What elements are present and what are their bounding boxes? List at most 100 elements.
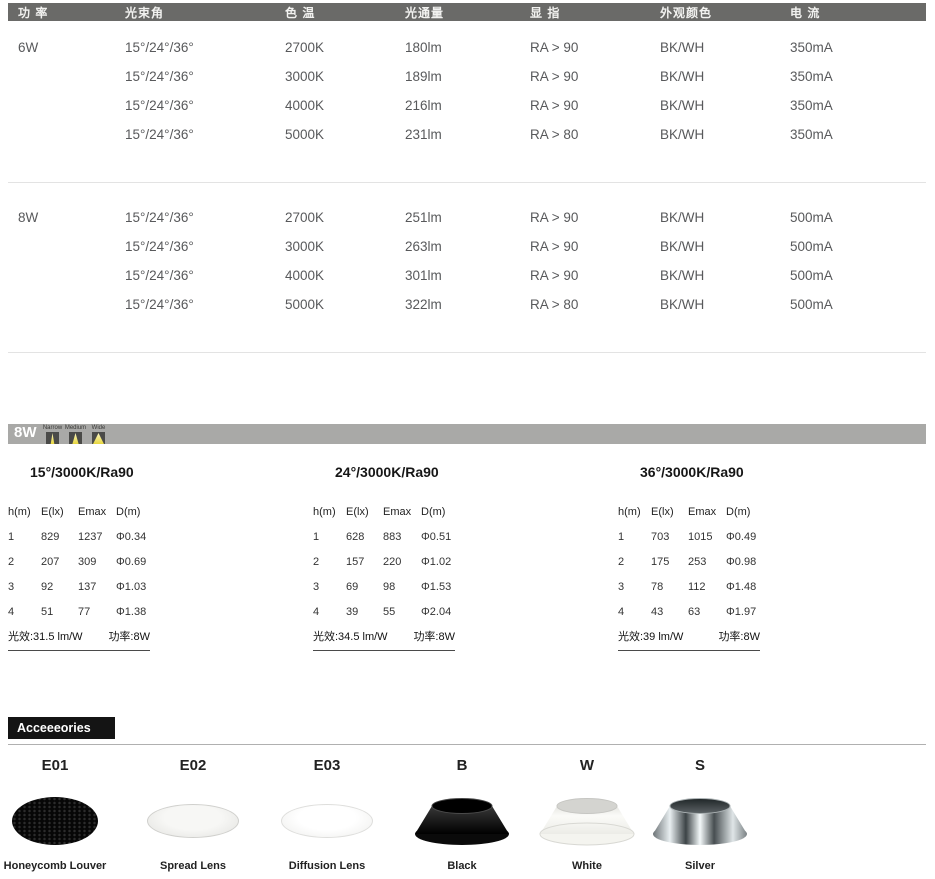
spec-cell-power	[18, 91, 125, 120]
photometric-cell: Φ0.34	[116, 525, 168, 550]
spec-cell-flux: 216lm	[405, 91, 530, 120]
photometric-header-cell: h(m)	[313, 500, 346, 525]
spec-cell-beam-angle: 15°/24°/36°	[125, 33, 285, 62]
spec-cell-housing-color: BK/WH	[660, 62, 790, 91]
spec-cell-current: 350mA	[790, 91, 927, 120]
photometric-cell: Φ1.03	[116, 575, 168, 600]
photometric-cell: 829	[41, 525, 78, 550]
divider	[8, 352, 926, 353]
spec-cell-cri: RA > 90	[530, 203, 660, 232]
beam-icon-glyph	[92, 432, 105, 444]
spec-cell-cct: 3000K	[285, 62, 405, 91]
beam-icon-medium: Medium	[68, 425, 84, 444]
accessory-item: E03Diffusion Lens	[262, 757, 392, 872]
beam-icon-label: Narrow	[43, 425, 62, 431]
photometric-row: 1628883Φ0.51	[313, 525, 473, 550]
spec-cell-cct: 2700K	[285, 33, 405, 62]
photometric-row: 44363Φ1.97	[618, 600, 778, 625]
spec-cell-power: 6W	[18, 33, 125, 62]
accessory-image	[262, 792, 392, 850]
spec-cell-flux: 263lm	[405, 232, 530, 261]
accessory-code: E03	[262, 757, 392, 777]
photometric-cell: 3	[313, 575, 346, 600]
accessory-name: Honeycomb Louver	[0, 860, 120, 872]
accessories-title: Acceeeories	[8, 717, 115, 739]
power-label: 功率:8W	[718, 628, 760, 644]
photometric-cell: 4	[8, 600, 41, 625]
accessory-image	[635, 792, 765, 850]
spec-cell-flux: 180lm	[405, 33, 530, 62]
spec-cell-cri: RA > 80	[530, 290, 660, 319]
spec-cell-current: 350mA	[790, 33, 927, 62]
spec-cell-housing-color: BK/WH	[660, 203, 790, 232]
spec-cell-cct: 2700K	[285, 203, 405, 232]
spec-header-cell: 光束角	[125, 4, 285, 21]
photometric-cell: 112	[688, 575, 726, 600]
beam-icon-glyph	[69, 432, 82, 444]
spec-table-header-bar: 功 率光束角色 温光通量显 指外观颜色电 流	[8, 3, 926, 21]
photometric-cell: 175	[651, 550, 688, 575]
spec-cell-housing-color: BK/WH	[660, 232, 790, 261]
efficacy-label: 光效:31.5 lm/W	[8, 628, 83, 644]
photometric-cell: 207	[41, 550, 78, 575]
spec-cell-cri: RA > 80	[530, 120, 660, 149]
photometric-table: 24°/3000K/Ra90 h(m)E(lx)EmaxD(m)1628883Φ0…	[313, 464, 473, 651]
spec-row: 15°/24°/36°4000K216lmRA > 90BK/WH350mA	[18, 91, 927, 120]
photometric-row: 17031015Φ0.49	[618, 525, 778, 550]
photometric-row: 378112Φ1.48	[618, 575, 778, 600]
power-label: 功率:8W	[108, 628, 150, 644]
honeycomb-image	[12, 797, 98, 845]
accessory-code: S	[635, 757, 765, 777]
photometric-row: 18291237Φ0.34	[8, 525, 168, 550]
spec-cell-current: 350mA	[790, 62, 927, 91]
spec-cell-power	[18, 120, 125, 149]
spec-row: 15°/24°/36°4000K301lmRA > 90BK/WH500mA	[18, 261, 927, 290]
photometric-header-cell: E(lx)	[41, 500, 78, 525]
photometric-cell: Φ1.38	[116, 600, 168, 625]
reflector-black-image	[412, 795, 512, 847]
accessory-item: SSilver	[635, 757, 765, 872]
spec-cell-beam-angle: 15°/24°/36°	[125, 62, 285, 91]
photometric-row: 392137Φ1.03	[8, 575, 168, 600]
accessories-list: E01Honeycomb LouverE02Spread LensE03Diff…	[0, 757, 935, 875]
spec-group: 8W15°/24°/36°2700K251lmRA > 90BK/WH500mA…	[18, 203, 927, 319]
photometric-cell: Φ0.98	[726, 550, 778, 575]
spec-cell-housing-color: BK/WH	[660, 33, 790, 62]
photometric-table-title: 24°/3000K/Ra90	[313, 464, 473, 480]
photometric-cell: Φ1.53	[421, 575, 473, 600]
beam-icon-narrow: Narrow	[45, 425, 61, 444]
spec-cell-beam-angle: 15°/24°/36°	[125, 203, 285, 232]
spec-cell-flux: 231lm	[405, 120, 530, 149]
photometric-section-bar: 8W NarrowMediumWide	[8, 424, 926, 444]
spec-cell-cri: RA > 90	[530, 62, 660, 91]
spec-cell-current: 500mA	[790, 290, 927, 319]
photometric-cell: 703	[651, 525, 688, 550]
photometric-tables: 15°/3000K/Ra90 h(m)E(lx)EmaxD(m) 18291237Φ…	[0, 464, 935, 654]
spec-cell-flux: 301lm	[405, 261, 530, 290]
spec-cell-power	[18, 290, 125, 319]
accessory-code: E02	[128, 757, 258, 777]
accessory-item: E02 Spread Lens	[128, 757, 258, 872]
spec-cell-flux: 251lm	[405, 203, 530, 232]
spec-row: 8W15°/24°/36°2700K251lmRA > 90BK/WH500mA	[18, 203, 927, 232]
reflector-silver-image	[650, 795, 750, 847]
accessory-name: Spread Lens	[128, 860, 258, 872]
photometric-footer: 光效:39 lm/W 功率:8W	[618, 628, 760, 651]
efficacy-label: 光效:39 lm/W	[618, 628, 683, 644]
photometric-row: 45177Φ1.38	[8, 600, 168, 625]
photometric-header-cell: D(m)	[421, 500, 473, 525]
photometric-table-title: 36°/3000K/Ra90	[618, 464, 778, 480]
beam-icon-glyph	[46, 432, 59, 444]
reflector-white-image	[537, 795, 637, 847]
photometric-header-row: h(m)E(lx)EmaxD(m)	[313, 500, 473, 525]
spec-cell-current: 500mA	[790, 261, 927, 290]
photometric-table: 36°/3000K/Ra90h(m)E(lx)EmaxD(m)17031015Φ…	[618, 464, 778, 651]
photometric-row: 2157220Φ1.02	[313, 550, 473, 575]
photometric-header-cell: D(m)	[726, 500, 778, 525]
photometric-table-title: 15°/3000K/Ra90	[8, 464, 168, 480]
spec-cell-beam-angle: 15°/24°/36°	[125, 120, 285, 149]
spec-cell-current: 350mA	[790, 120, 927, 149]
photometric-cell: 55	[383, 600, 421, 625]
accessory-item: BBlack	[397, 757, 527, 872]
photometric-cell: 1	[618, 525, 651, 550]
